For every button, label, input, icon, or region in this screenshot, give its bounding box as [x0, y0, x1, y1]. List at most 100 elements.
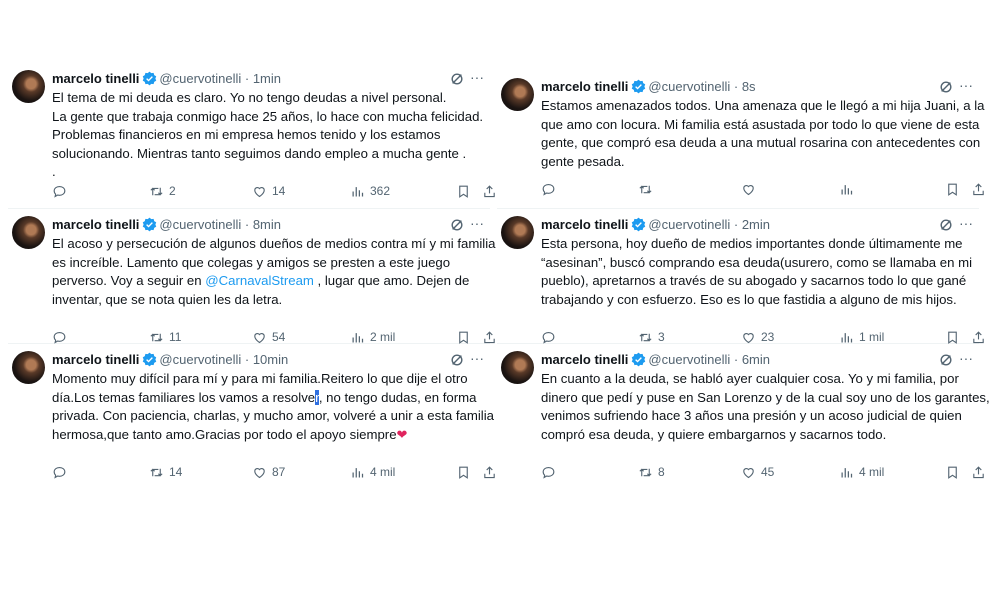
share-button[interactable]	[482, 182, 497, 200]
tweet-card[interactable]: marcelo tinelli @cuervotinelli · 1min ···…	[8, 62, 495, 200]
author-name[interactable]: marcelo tinelli	[52, 352, 139, 367]
author-name[interactable]: marcelo tinelli	[52, 217, 139, 232]
retweet-button[interactable]	[638, 180, 658, 198]
bookmark-button[interactable]	[945, 180, 960, 198]
bookmark-button[interactable]	[456, 463, 471, 481]
views-icon	[352, 467, 364, 477]
tweet-line: Esta persona, hoy dueño de medios import…	[541, 236, 963, 251]
view-count: 4 mil	[370, 465, 396, 479]
share-icon	[484, 465, 495, 478]
views-icon	[352, 186, 364, 196]
verified-badge-icon	[632, 79, 646, 94]
bookmark-icon	[948, 183, 957, 196]
like-button[interactable]: 14	[252, 182, 285, 200]
grok-icon[interactable]	[450, 218, 464, 232]
tweet-line: perverso. Voy a seguir en @CarnavalStrea…	[52, 272, 492, 291]
reply-button[interactable]	[541, 463, 556, 481]
grok-icon[interactable]	[939, 353, 953, 367]
more-icon[interactable]: ···	[470, 68, 484, 86]
retweet-button[interactable]: 2	[149, 182, 176, 200]
timestamp[interactable]: 8min	[253, 217, 281, 232]
more-icon[interactable]: ···	[959, 76, 973, 94]
author-name[interactable]: marcelo tinelli	[541, 352, 628, 367]
retweet-icon	[639, 185, 652, 193]
verified-badge-icon	[143, 217, 157, 232]
author-handle[interactable]: @cuervotinelli	[648, 217, 730, 232]
like-icon	[743, 467, 754, 478]
avatar[interactable]	[12, 70, 45, 103]
grok-icon[interactable]	[939, 80, 953, 94]
reply-button[interactable]	[541, 180, 556, 198]
tweet-header: marcelo tinelli @cuervotinelli · 6min ···	[541, 349, 975, 369]
mention-link[interactable]: @CarnavalStream	[205, 273, 314, 288]
like-count: 14	[272, 184, 286, 198]
avatar[interactable]	[501, 216, 534, 249]
tweet-line: compró esa deuda, y quiere embargarnos y…	[541, 426, 887, 442]
more-icon[interactable]: ···	[470, 349, 484, 367]
like-button[interactable]: 45	[741, 463, 774, 481]
avatar[interactable]	[501, 351, 534, 384]
avatar[interactable]	[501, 78, 534, 111]
like-count: 54	[272, 330, 286, 344]
grok-icon[interactable]	[450, 72, 464, 86]
timestamp[interactable]: 1min	[253, 71, 281, 86]
views-button[interactable]: 4 mil	[350, 463, 395, 481]
share-icon	[973, 182, 984, 195]
tweet-text: Esta persona, hoy dueño de medios import…	[541, 235, 981, 309]
views-button[interactable]: 4 mil	[839, 463, 884, 481]
tweet-card[interactable]: marcelo tinelli @cuervotinelli · 8s ··· E…	[497, 70, 985, 208]
tweet-line: Momento muy difícil para mí y para mi fa…	[52, 371, 468, 386]
share-button[interactable]	[971, 463, 986, 481]
tweet-text: Momento muy difícil para mí y para mi fa…	[52, 370, 494, 444]
share-button[interactable]	[482, 463, 497, 481]
like-button[interactable]: 87	[252, 463, 285, 481]
more-icon[interactable]: ···	[959, 214, 973, 232]
author-name[interactable]: marcelo tinelli	[541, 217, 628, 232]
timestamp[interactable]: 8s	[742, 79, 756, 94]
views-button[interactable]: 362	[350, 182, 390, 200]
grok-icon[interactable]	[939, 218, 953, 232]
author-handle[interactable]: @cuervotinelli	[159, 71, 241, 86]
timestamp[interactable]: 10min	[253, 352, 288, 367]
author-name[interactable]: marcelo tinelli	[541, 79, 628, 94]
share-button[interactable]	[971, 180, 986, 198]
verified-badge-icon	[143, 71, 157, 86]
timestamp[interactable]: 2min	[742, 217, 770, 232]
timestamp[interactable]: 6min	[742, 352, 770, 367]
retweet-count: 11	[169, 330, 182, 344]
author-name[interactable]: marcelo tinelli	[52, 71, 139, 86]
action-bar: 2 14 362	[52, 182, 495, 200]
tweet-text: El acoso y persecución de algunos dueños…	[52, 235, 495, 309]
like-button[interactable]	[741, 180, 761, 198]
more-icon[interactable]: ···	[959, 349, 973, 367]
tweet-header: marcelo tinelli @cuervotinelli · 10min ··…	[52, 349, 486, 369]
action-bar: 14 87 4 mil	[52, 463, 495, 481]
avatar[interactable]	[12, 216, 45, 249]
view-count: 362	[370, 184, 391, 198]
retweet-button[interactable]: 14	[149, 463, 182, 481]
bookmark-button[interactable]	[945, 463, 960, 481]
grok-icon[interactable]	[450, 353, 464, 367]
tweet-card[interactable]: marcelo tinelli @cuervotinelli · 2min ···…	[497, 208, 984, 346]
tweet-line: dinero que pedí y puse en San Lorenzo y …	[541, 389, 990, 405]
tweet-card[interactable]: marcelo tinelli @cuervotinelli · 8min ···…	[8, 208, 495, 346]
retweet-count: 14	[169, 465, 183, 479]
more-icon[interactable]: ···	[470, 214, 484, 232]
author-handle[interactable]: @cuervotinelli	[159, 352, 241, 367]
reply-button[interactable]	[52, 182, 67, 200]
author-handle[interactable]: @cuervotinelli	[648, 79, 730, 94]
separator-dot: ·	[730, 79, 742, 94]
reply-button[interactable]	[52, 463, 67, 481]
avatar[interactable]	[12, 351, 45, 384]
tweet-text-part: , no tengo dudas, en forma	[318, 389, 477, 405]
tweet-card[interactable]: marcelo tinelli @cuervotinelli · 10min ··…	[8, 343, 495, 481]
separator-dot: ·	[241, 217, 253, 232]
author-handle[interactable]: @cuervotinelli	[159, 217, 241, 232]
bookmark-button[interactable]	[456, 182, 471, 200]
tweet-line: solucionando. Mientras tanto seguimos da…	[52, 145, 467, 161]
tweet-card[interactable]: marcelo tinelli @cuervotinelli · 6min ···…	[497, 343, 990, 481]
views-button[interactable]	[839, 180, 859, 198]
author-handle[interactable]: @cuervotinelli	[648, 352, 730, 367]
bookmark-icon	[459, 185, 468, 198]
retweet-button[interactable]: 8	[638, 463, 665, 481]
